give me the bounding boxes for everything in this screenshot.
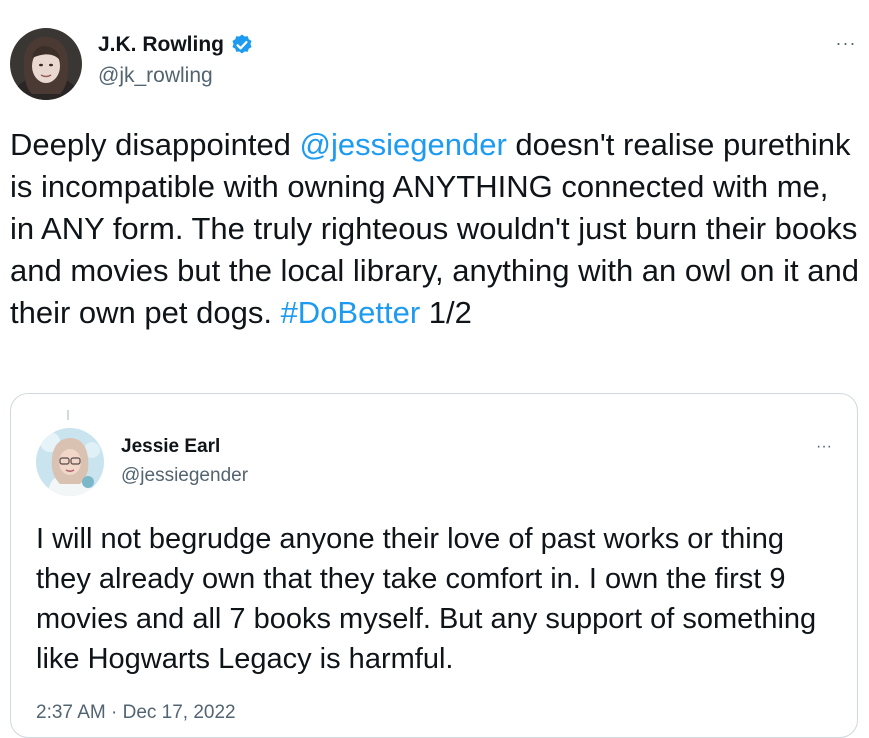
divider [67, 410, 69, 420]
quoted-tweet-text: I will not begrudge anyone their love of… [36, 523, 817, 675]
author-name[interactable]: J.K. Rowling [98, 33, 224, 57]
tweet-text-part1: Deeply disappointed [10, 127, 300, 162]
tweet-text: Deeply disappointed @jessiegender doesn'… [10, 124, 860, 334]
tweet: J.K. Rowling @jk_rowling ··· Deeply disa… [0, 0, 869, 738]
quoted-author-handle[interactable]: @jessiegender [121, 465, 248, 487]
quoted-author-name[interactable]: Jessie Earl [121, 436, 220, 458]
author-name-row: J.K. Rowling [98, 33, 254, 57]
verified-badge-icon [230, 33, 254, 57]
quoted-author-avatar[interactable] [36, 428, 104, 496]
mention-link[interactable]: @jessiegender [300, 127, 507, 162]
quoted-tweet-timestamp[interactable]: 2:37 AM · Dec 17, 2022 [36, 702, 236, 724]
tweet-text-part3: 1/2 [420, 295, 472, 330]
author-avatar[interactable] [10, 28, 82, 100]
hashtag-link[interactable]: #DoBetter [281, 295, 421, 330]
author-handle[interactable]: @jk_rowling [98, 64, 213, 88]
more-options-icon[interactable]: ··· [833, 33, 859, 53]
quoted-tweet-card[interactable]: Jessie Earl @jessiegender ··· I will not… [10, 393, 858, 738]
quoted-more-options-icon[interactable]: ··· [811, 437, 837, 457]
